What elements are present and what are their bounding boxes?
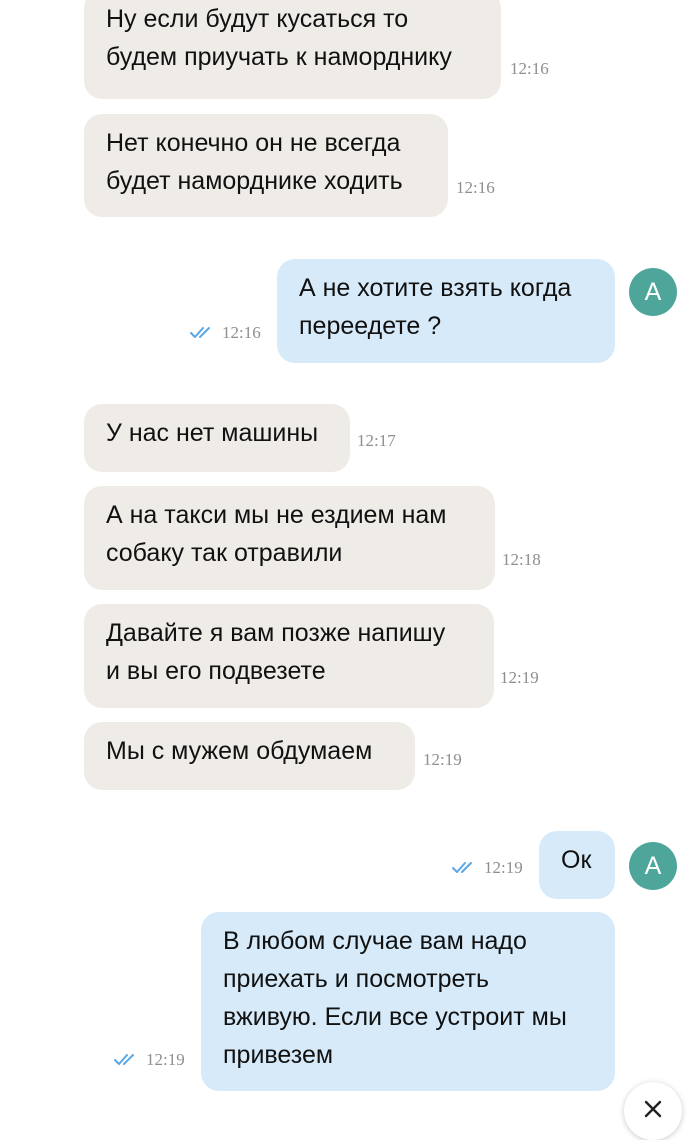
message-bubble-incoming[interactable]: У нас нет машины <box>84 404 350 472</box>
message-time: 12:16 <box>456 178 495 197</box>
message-time: 12:19 <box>423 750 462 769</box>
message-time: 12:18 <box>502 550 541 569</box>
close-icon <box>644 1100 662 1118</box>
close-button[interactable] <box>624 1082 682 1140</box>
message-bubble-incoming[interactable]: Давайте я вам позже напишу и вы его подв… <box>84 604 494 708</box>
message-time: 12:17 <box>357 431 396 450</box>
message-time: 12:19 <box>484 858 523 877</box>
message-bubble-incoming[interactable]: Нет конечно он не всегда будет намордник… <box>84 114 448 217</box>
message-bubble-outgoing[interactable]: А не хотите взять когда переедете ? <box>277 259 615 363</box>
message-time: 12:16 <box>510 59 549 78</box>
message-time: 12:16 <box>222 323 261 342</box>
avatar[interactable]: A <box>629 842 677 890</box>
message-time: 12:19 <box>146 1050 185 1069</box>
message-bubble-incoming[interactable]: А на такси мы не ездием нам собаку так о… <box>84 486 495 590</box>
message-time: 12:19 <box>500 668 539 687</box>
double-check-icon <box>190 327 210 338</box>
avatar[interactable]: A <box>629 268 677 316</box>
message-bubble-incoming[interactable]: Ну если будут кусаться то будем приучать… <box>84 0 501 99</box>
message-bubble-outgoing[interactable]: В любом случае вам надо приехать и посмо… <box>201 912 615 1091</box>
message-bubble-outgoing[interactable]: Ок <box>539 831 615 899</box>
message-bubble-incoming[interactable]: Мы с мужем обдумаем <box>84 722 415 790</box>
double-check-icon <box>452 862 472 873</box>
double-check-icon <box>114 1054 134 1065</box>
